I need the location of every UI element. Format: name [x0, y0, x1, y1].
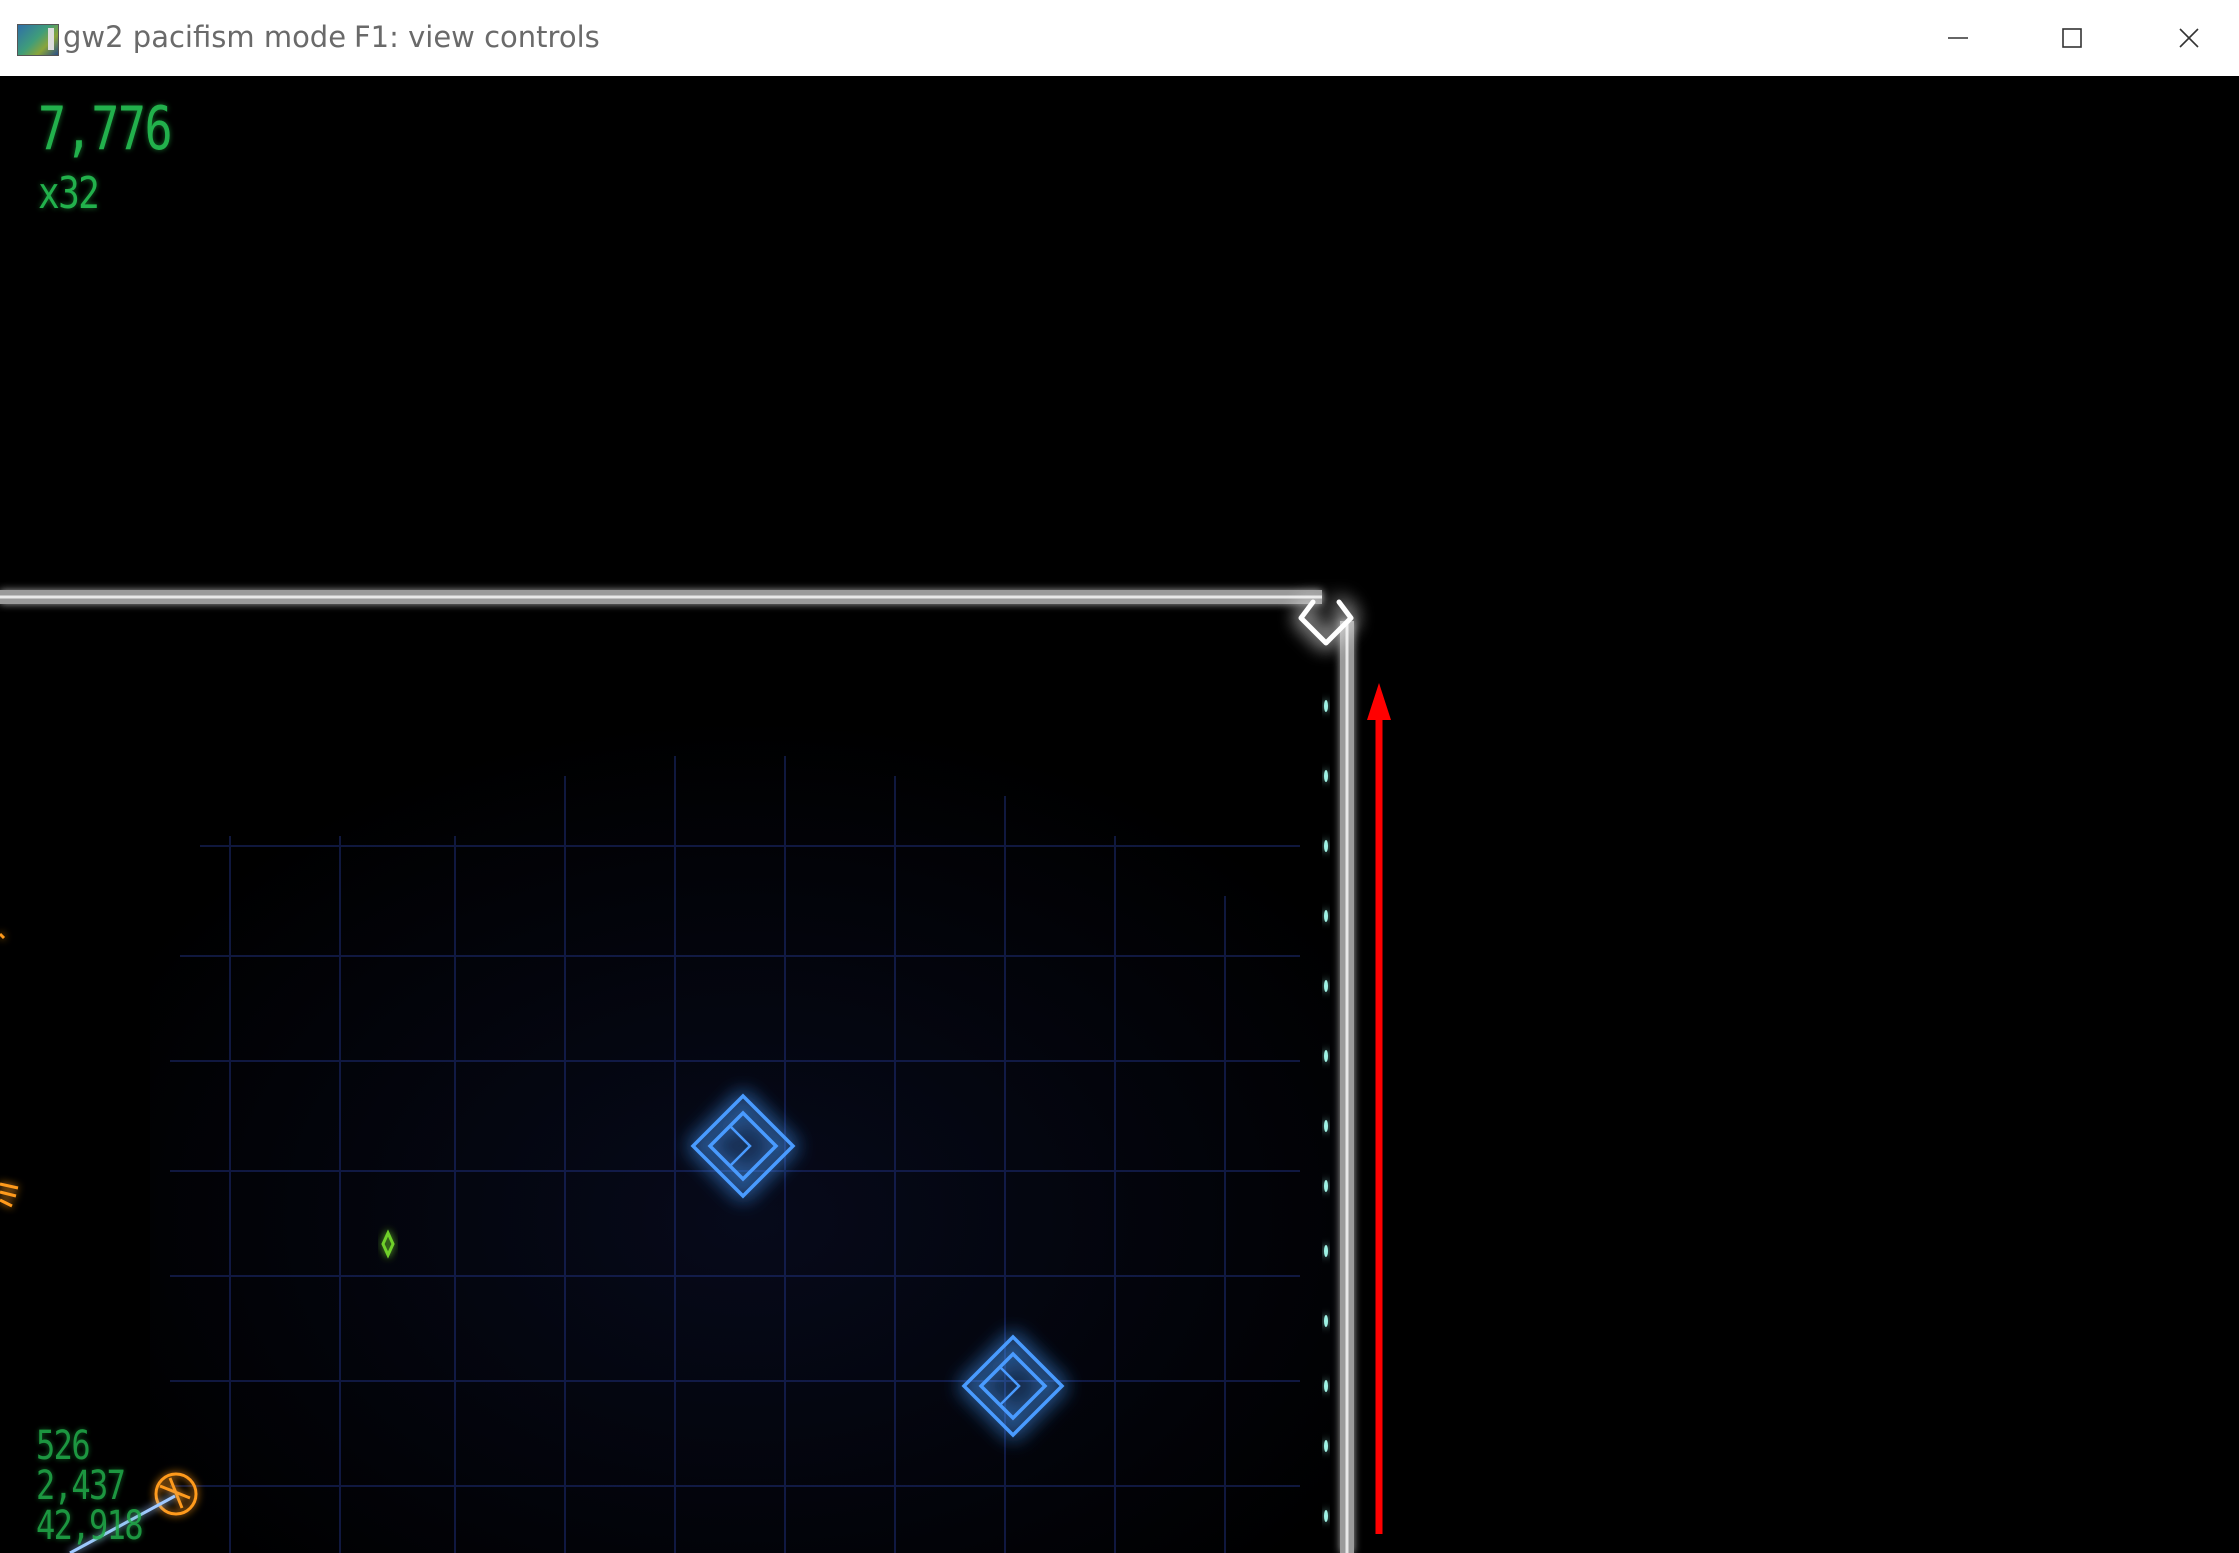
minimize-icon [1947, 37, 1968, 39]
window-title: gw2 pacifism mode [63, 20, 347, 54]
stat-line-2: 2,437 [36, 1463, 126, 1509]
close-button[interactable] [2131, 0, 2239, 76]
close-icon [2178, 28, 2199, 48]
stat-line-1: 526 [36, 1423, 91, 1469]
playfield [0, 590, 1391, 1553]
controls-hint: F1: view controls [354, 20, 600, 54]
window-titlebar[interactable]: gw2 pacifism mode F1: view controls [0, 0, 2239, 76]
maximize-icon [2061, 28, 2082, 48]
stat-line-3: 42,918 [36, 1503, 144, 1549]
minimize-button[interactable] [1900, 0, 2015, 76]
game-viewport[interactable]: 7,776 x32 526 2,437 42,918 [0, 76, 2239, 1553]
red-up-arrow-icon [1367, 683, 1391, 1534]
maximize-button[interactable] [2014, 0, 2129, 76]
app-icon [17, 24, 59, 56]
stats-panel: 526 2,437 42,918 [36, 1423, 144, 1549]
grid-glow [150, 716, 1350, 1553]
multiplier-display: x32 [38, 168, 100, 219]
score-display: 7,776 [38, 94, 173, 164]
